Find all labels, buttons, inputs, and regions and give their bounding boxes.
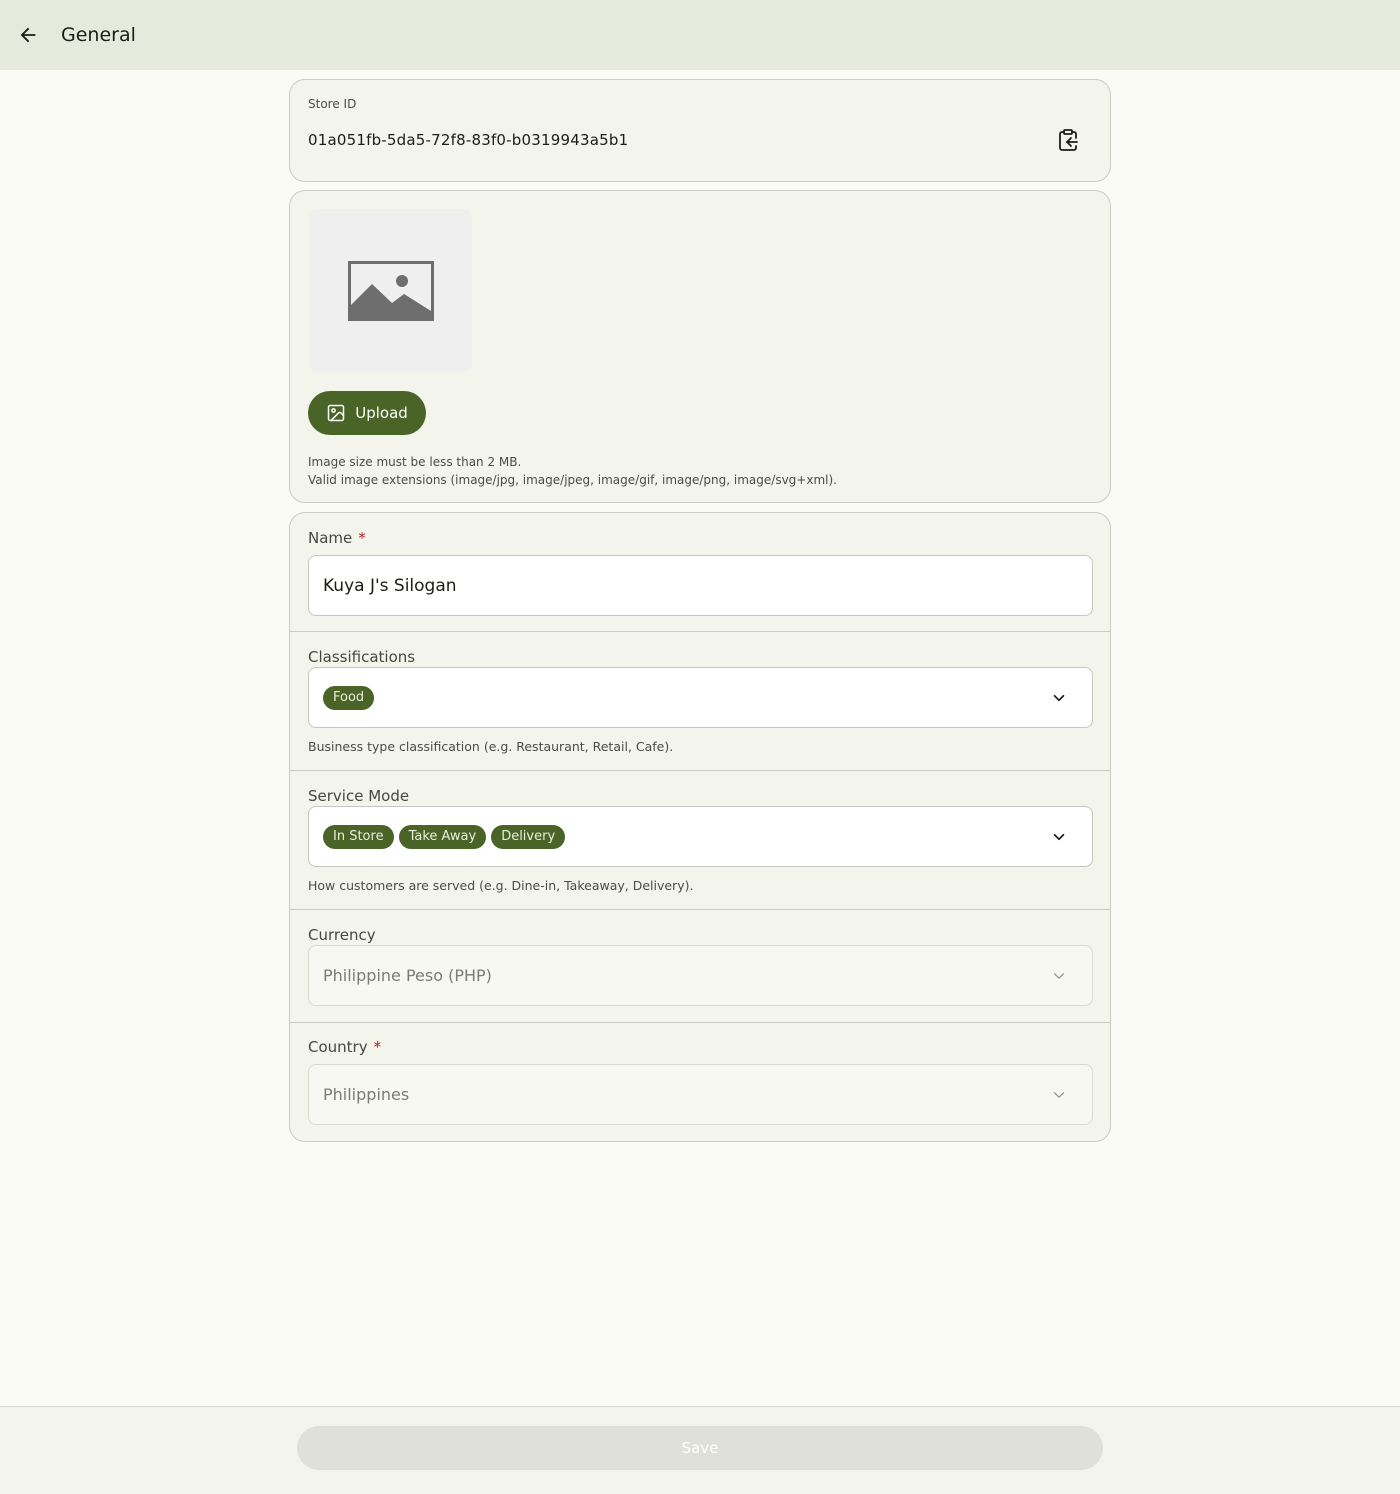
service-mode-chip[interactable]: Delivery	[491, 824, 566, 849]
top-app-bar: General	[0, 0, 1400, 70]
country-label: Country *	[308, 1038, 381, 1056]
name-section: Name * Kuya J's Silogan	[290, 513, 1110, 632]
store-id-card: Store ID 01a051fb-5da5-72f8-83f0-b031994…	[289, 79, 1111, 182]
image-help-text: Image size must be less than 2 MB. Valid…	[308, 453, 837, 489]
classifications-section: Classifications Food Business type class…	[290, 632, 1110, 771]
required-marker: *	[358, 529, 366, 547]
name-label: Name *	[308, 529, 366, 547]
image-size-hint: Image size must be less than 2 MB.	[308, 455, 522, 469]
name-input-value: Kuya J's Silogan	[323, 575, 457, 596]
bottom-action-bar: Save	[0, 1406, 1400, 1494]
currency-label: Currency	[308, 926, 376, 944]
service-mode-section: Service Mode In Store Take Away Delivery…	[290, 771, 1110, 910]
service-mode-select[interactable]: In Store Take Away Delivery	[308, 806, 1093, 867]
chevron-down-icon	[1053, 833, 1065, 840]
store-id-label: Store ID	[308, 97, 357, 111]
required-marker: *	[373, 1038, 382, 1056]
country-section: Country * Philippines	[290, 1023, 1110, 1141]
classifications-select[interactable]: Food	[308, 667, 1093, 728]
copy-store-id-button[interactable]	[1056, 128, 1080, 152]
page-title: General	[61, 24, 136, 46]
image-placeholder-icon	[347, 260, 434, 321]
clipboard-copy-icon	[1059, 129, 1078, 151]
store-image-card: Upload Image size must be less than 2 MB…	[289, 190, 1111, 503]
country-label-text: Country	[308, 1038, 368, 1056]
image-icon	[327, 404, 345, 422]
service-mode-helper: How customers are served (e.g. Dine-in, …	[308, 878, 694, 893]
currency-select[interactable]: Philippine Peso (PHP)	[308, 945, 1093, 1006]
store-id-value: 01a051fb-5da5-72f8-83f0-b0319943a5b1	[308, 131, 629, 149]
currency-section: Currency Philippine Peso (PHP)	[290, 910, 1110, 1023]
name-input[interactable]: Kuya J's Silogan	[308, 555, 1093, 616]
store-details-form: Name * Kuya J's Silogan Classifications F…	[289, 512, 1111, 1142]
currency-value: Philippine Peso (PHP)	[323, 966, 492, 985]
save-button[interactable]: Save	[297, 1426, 1103, 1470]
image-extensions-hint: Valid image extensions (image/jpg, image…	[308, 473, 837, 487]
service-mode-chip[interactable]: In Store	[323, 824, 394, 849]
chevron-down-icon	[1053, 972, 1065, 979]
chevron-down-icon	[1053, 1091, 1065, 1098]
country-value: Philippines	[323, 1085, 410, 1104]
classification-chip[interactable]: Food	[323, 685, 375, 710]
store-image-preview[interactable]	[309, 209, 472, 372]
chevron-down-icon	[1053, 694, 1065, 701]
classifications-helper: Business type classification (e.g. Resta…	[308, 739, 674, 754]
name-label-text: Name	[308, 529, 353, 547]
classifications-label: Classifications	[308, 648, 416, 666]
service-mode-label: Service Mode	[308, 787, 410, 805]
arrow-left-icon	[20, 27, 36, 43]
back-button[interactable]	[8, 15, 48, 55]
upload-button-label: Upload	[355, 404, 408, 422]
country-select[interactable]: Philippines	[308, 1064, 1093, 1125]
upload-button[interactable]: Upload	[308, 391, 426, 435]
service-mode-chip[interactable]: Take Away	[398, 824, 487, 849]
